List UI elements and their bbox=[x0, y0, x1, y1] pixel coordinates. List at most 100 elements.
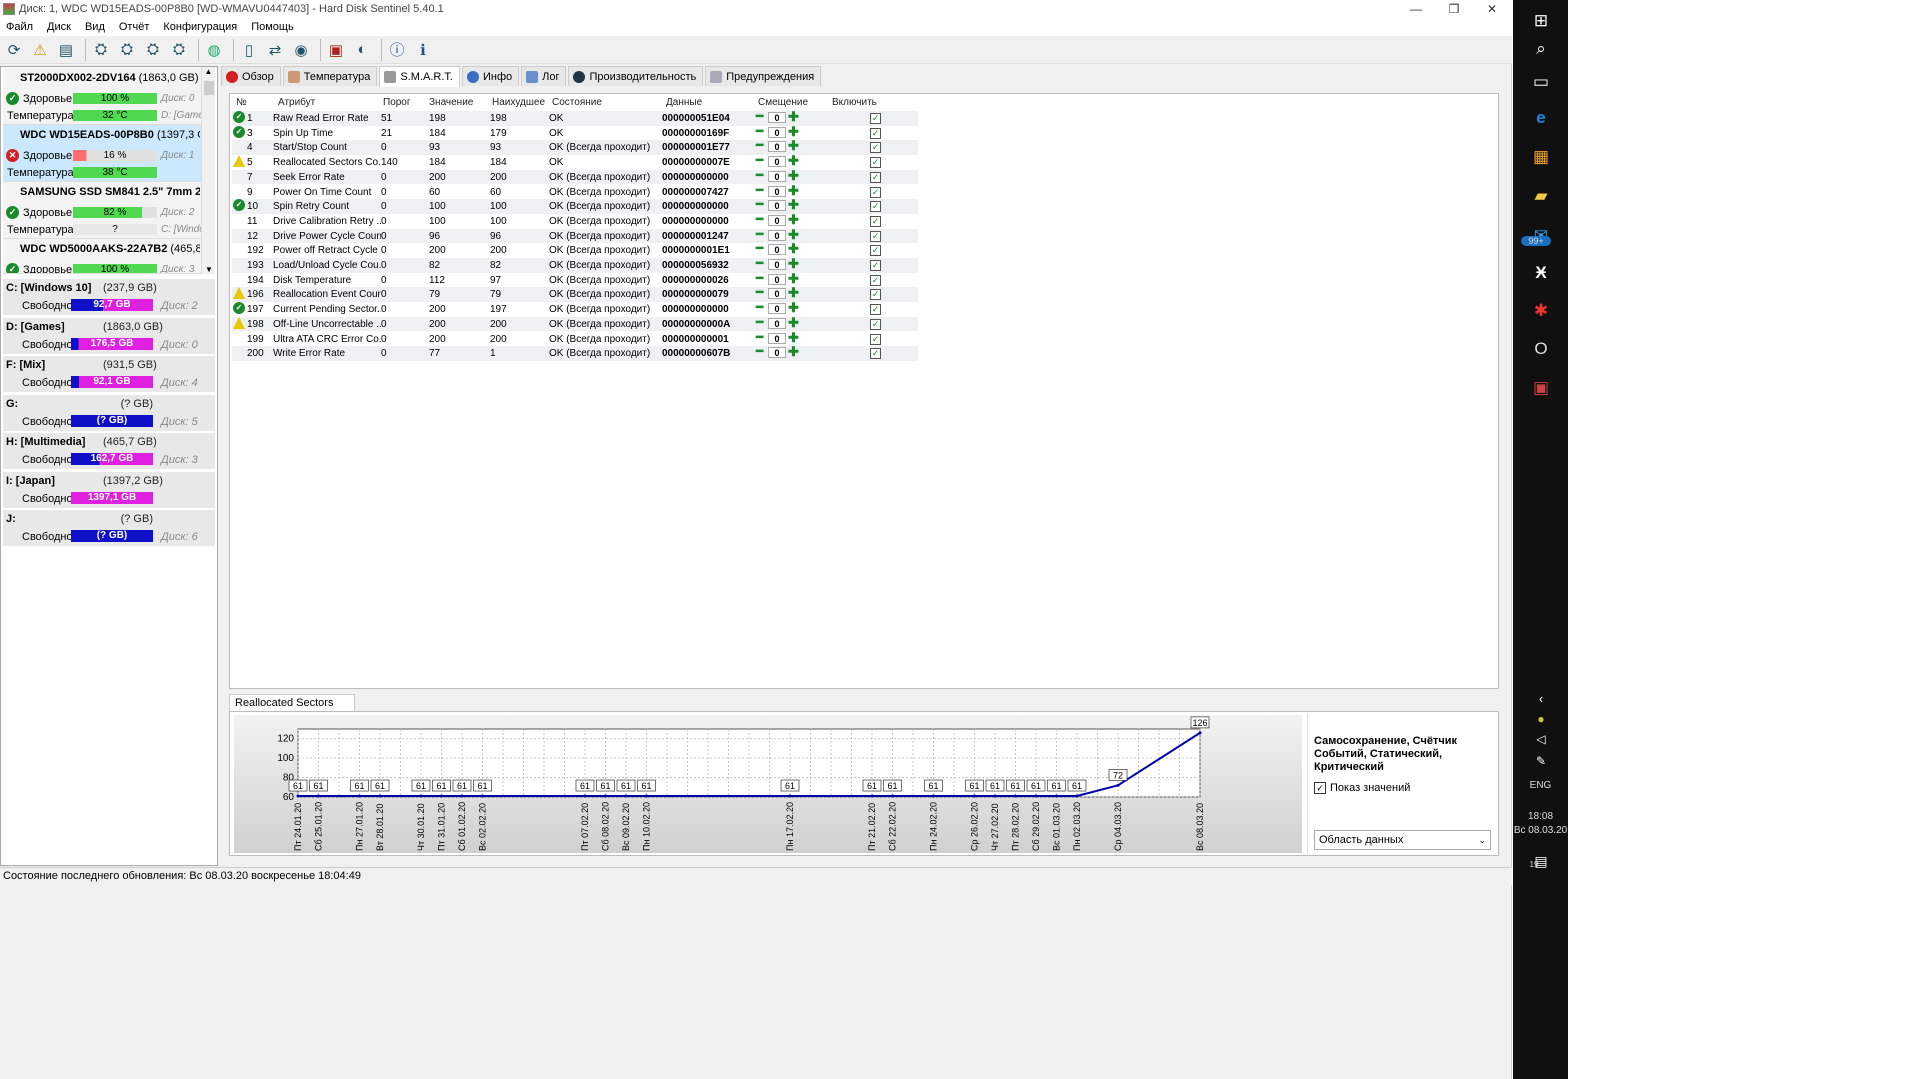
help-icon[interactable]: ⓘ bbox=[386, 39, 408, 61]
table-row[interactable]: 194 Disk Temperature 0 112 97 OK (Всегда прох… bbox=[232, 272, 918, 288]
offset-value[interactable]: 0 bbox=[768, 185, 786, 197]
column-header-attribute[interactable]: Атрибут bbox=[278, 97, 315, 108]
globe-icon[interactable]: ◍ bbox=[203, 39, 225, 61]
disk-settings-icon[interactable]: ⛭ bbox=[116, 39, 138, 61]
minus-icon[interactable]: ━ bbox=[756, 286, 766, 298]
menu-file[interactable]: Файл bbox=[0, 21, 41, 33]
info-icon[interactable]: ℹ bbox=[412, 39, 434, 61]
store-icon[interactable]: ▦ bbox=[1530, 146, 1552, 168]
start-icon[interactable]: ⊞ bbox=[1530, 10, 1552, 32]
enable-checkbox[interactable]: ✓ bbox=[870, 348, 881, 360]
enable-checkbox[interactable]: ✓ bbox=[870, 289, 881, 301]
app-icon[interactable]: Ӿ bbox=[1530, 262, 1552, 284]
report-icon[interactable]: ▤ bbox=[55, 39, 77, 61]
volume-icon[interactable]: ◁ bbox=[1530, 728, 1552, 750]
minus-icon[interactable]: ━ bbox=[756, 198, 766, 210]
column-header-worst[interactable]: Наихудшее bbox=[492, 97, 545, 108]
network-icon[interactable]: ◉ bbox=[290, 39, 312, 61]
column-header-state[interactable]: Состояние bbox=[552, 97, 602, 108]
enable-checkbox[interactable]: ✓ bbox=[870, 245, 881, 257]
minus-icon[interactable]: ━ bbox=[756, 242, 766, 254]
minus-icon[interactable]: ━ bbox=[756, 139, 766, 151]
minus-icon[interactable]: ━ bbox=[756, 257, 766, 269]
hard-disk-sentinel-icon[interactable]: ▣ bbox=[1530, 377, 1552, 399]
tray-icon[interactable]: ● bbox=[1530, 708, 1552, 730]
plus-icon[interactable]: ✚ bbox=[788, 242, 799, 255]
app-icon[interactable]: ✱ bbox=[1530, 300, 1552, 322]
volume-item[interactable]: I: [Japan] (1397,2 GB) Свободно 1397,1 GB bbox=[3, 471, 215, 509]
language-indicator[interactable]: ENG bbox=[1513, 780, 1568, 791]
tab-smart[interactable]: S.M.A.R.T. bbox=[379, 66, 460, 87]
plus-icon[interactable]: ✚ bbox=[788, 345, 799, 358]
table-row[interactable]: ✓ 10 Spin Retry Count 0 100 100 OK (Всегда про… bbox=[232, 198, 918, 214]
offset-value[interactable]: 0 bbox=[768, 112, 786, 123]
minus-icon[interactable]: ━ bbox=[756, 125, 766, 137]
menu-disk[interactable]: Диск bbox=[41, 21, 79, 33]
plus-icon[interactable]: ✚ bbox=[788, 257, 799, 270]
enable-checkbox[interactable]: ✓ bbox=[870, 142, 881, 154]
table-row[interactable]: 193 Load/Unload Cycle Cou... 0 82 82 OK (Всег… bbox=[232, 257, 918, 273]
offset-value[interactable]: 0 bbox=[768, 229, 786, 241]
plus-icon[interactable]: ✚ bbox=[788, 110, 799, 123]
minus-icon[interactable]: ━ bbox=[756, 345, 766, 357]
disk-test-icon[interactable]: ⛭ bbox=[142, 39, 164, 61]
disk-item[interactable]: WDC WD15EADS-00P8B0 (1397,3 GB) ✕ Здоров… bbox=[3, 125, 201, 182]
volume-item[interactable]: D: [Games] (1863,0 GB) Свободно 176,5 GB Дис… bbox=[3, 317, 215, 355]
table-row[interactable]: 5 Reallocated Sectors Co... 140 184 184 OK 000… bbox=[232, 154, 918, 170]
volume-item[interactable]: C: [Windows 10] (237,9 GB) Свободно 92,7 GB… bbox=[3, 279, 215, 316]
data-area-select[interactable]: Область данных ⌄ bbox=[1314, 830, 1491, 850]
column-header-offset[interactable]: Смещение bbox=[758, 97, 808, 108]
plus-icon[interactable]: ✚ bbox=[788, 228, 799, 241]
plus-icon[interactable]: ✚ bbox=[788, 301, 799, 314]
enable-checkbox[interactable]: ✓ bbox=[870, 304, 881, 316]
table-row[interactable]: 12 Drive Power Cycle Count 0 96 96 OK (Всегда… bbox=[232, 228, 918, 244]
graph-tab[interactable]: Reallocated Sectors Count bbox=[229, 694, 355, 726]
table-row[interactable]: 7 Seek Error Rate 0 200 200 OK (Всегда проход… bbox=[232, 169, 918, 185]
table-row[interactable]: 200 Write Error Rate 0 77 1 OK (Всегда проход… bbox=[232, 345, 918, 361]
disk-item[interactable]: SAMSUNG SSD SM841 2.5" 7mm 256GB ✓ Здоро… bbox=[3, 182, 205, 239]
volume-item[interactable]: F: [Mix] (931,5 GB) Свободно 92,1 GB Диск: 4 bbox=[3, 356, 215, 393]
offset-value[interactable]: 0 bbox=[768, 156, 786, 168]
disk-check-icon[interactable]: ⛭ bbox=[90, 39, 112, 61]
offset-value[interactable]: 0 bbox=[768, 273, 786, 285]
plus-icon[interactable]: ✚ bbox=[788, 169, 799, 182]
plus-icon[interactable]: ✚ bbox=[788, 316, 799, 329]
table-row[interactable]: 196 Reallocation Event Count 0 79 79 OK (Всег… bbox=[232, 286, 918, 303]
clock-time[interactable]: 18:08 bbox=[1513, 811, 1568, 822]
maximize-button[interactable]: ❐ bbox=[1435, 0, 1473, 18]
table-row[interactable]: 9 Power On Time Count 0 60 60 OK (Всегда прох… bbox=[232, 184, 918, 200]
column-header-value[interactable]: Значение bbox=[429, 97, 473, 108]
plus-icon[interactable]: ✚ bbox=[788, 125, 799, 138]
disk-item[interactable]: WDC WD5000AAKS-22A7B2 (465,8 GB) ✓ Здоро… bbox=[3, 239, 201, 274]
plus-icon[interactable]: ✚ bbox=[788, 139, 799, 152]
enable-checkbox[interactable]: ✓ bbox=[870, 127, 881, 139]
table-row[interactable]: ✓ 197 Current Pending Sector... 0 200 197 OK (… bbox=[232, 301, 918, 317]
table-row[interactable]: 198 Off-Line Uncorrectable ... 0 200 200 OK (… bbox=[232, 316, 918, 332]
offset-value[interactable]: 0 bbox=[768, 170, 786, 182]
minus-icon[interactable]: ━ bbox=[756, 272, 766, 284]
scroll-up-icon[interactable]: ▲ bbox=[202, 67, 215, 76]
tab-info[interactable]: Инфо bbox=[461, 66, 520, 86]
task-view-icon[interactable]: ▭ bbox=[1530, 71, 1552, 93]
column-header-data[interactable]: Данные bbox=[666, 97, 702, 108]
speaker-icon[interactable]: ◐ bbox=[351, 39, 373, 61]
menu-view[interactable]: Вид bbox=[79, 21, 113, 33]
close-button[interactable]: ✕ bbox=[1473, 0, 1511, 18]
disk-tool-icon[interactable]: ⛭ bbox=[168, 39, 190, 61]
offset-value[interactable]: 0 bbox=[768, 288, 786, 300]
column-header-number[interactable]: № bbox=[236, 97, 247, 108]
plus-icon[interactable]: ✚ bbox=[788, 198, 799, 211]
minus-icon[interactable]: ━ bbox=[756, 316, 766, 328]
minus-icon[interactable]: ━ bbox=[756, 169, 766, 181]
enable-checkbox[interactable]: ✓ bbox=[870, 157, 881, 169]
monitor-icon[interactable]: ▣ bbox=[325, 39, 347, 61]
minus-icon[interactable]: ━ bbox=[756, 110, 766, 122]
offset-value[interactable]: 0 bbox=[768, 303, 786, 315]
minus-icon[interactable]: ━ bbox=[756, 301, 766, 313]
alert-icon[interactable]: ⚠ bbox=[29, 39, 51, 61]
table-row[interactable]: 199 Ultra ATA CRC Error Co... 0 200 200 OK (В… bbox=[232, 331, 918, 347]
menu-report[interactable]: Отчёт bbox=[113, 21, 157, 33]
plus-icon[interactable]: ✚ bbox=[788, 213, 799, 226]
plus-icon[interactable]: ✚ bbox=[788, 272, 799, 285]
offset-value[interactable]: 0 bbox=[768, 347, 786, 359]
